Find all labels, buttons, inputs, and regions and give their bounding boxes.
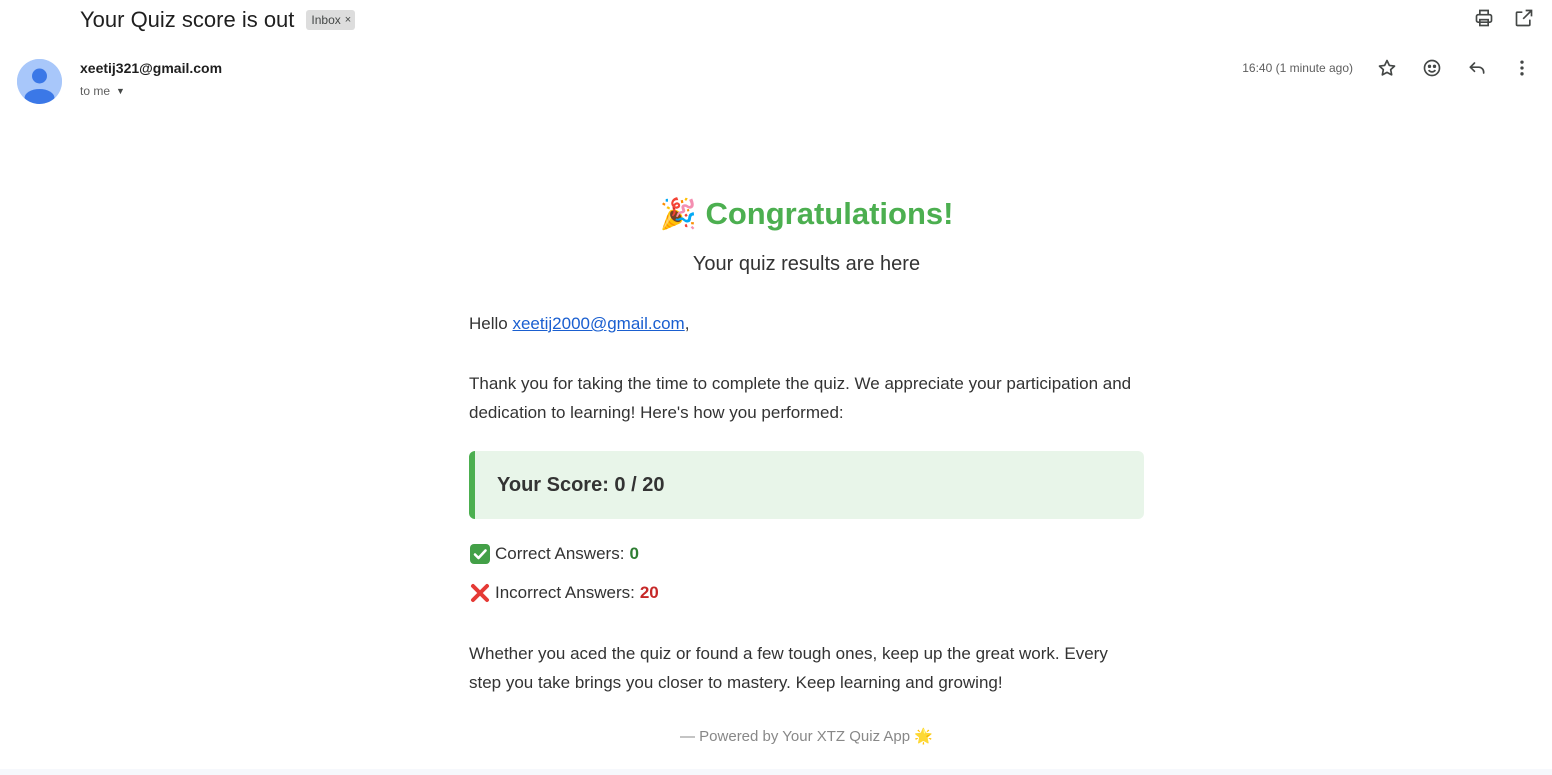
star-emoji-icon: 🌟 (914, 728, 933, 745)
email-subject: Your Quiz score is out (80, 7, 295, 32)
party-popper-icon: 🎉 (659, 198, 697, 231)
sender-avatar[interactable] (17, 59, 62, 104)
incorrect-label: Incorrect Answers: (495, 583, 635, 602)
subject-row: Your Quiz score is out Inbox × (80, 4, 356, 36)
incorrect-value: 20 (639, 583, 659, 602)
more-vertical-icon[interactable] (1512, 58, 1532, 78)
check-mark-icon (469, 543, 491, 565)
avatar-person-icon (17, 59, 62, 104)
correct-answers-row: Correct Answers: 0 (469, 543, 1144, 565)
cross-mark-icon (469, 582, 491, 604)
sender-email[interactable]: xeetij321@gmail.com (80, 60, 222, 76)
message-meta: 16:40 (1 minute ago) (1242, 58, 1532, 78)
intro-paragraph: Thank you for taking the time to complet… (469, 374, 1132, 422)
reply-icon[interactable] (1467, 58, 1487, 78)
correct-value: 0 (629, 544, 639, 563)
print-icon[interactable] (1474, 8, 1494, 28)
footer: — Powered by Your XTZ Quiz App 🌟 (469, 727, 1144, 745)
emoji-reaction-icon[interactable] (1422, 58, 1442, 78)
greeting-suffix: , (684, 314, 690, 333)
recipient-text: to me (80, 84, 111, 98)
subtitle: Your quiz results are here (692, 253, 921, 275)
open-in-new-window-icon[interactable] (1514, 8, 1534, 28)
congrats-heading: 🎉 Congratulations! (469, 190, 1144, 238)
greeting-text: Hello (469, 314, 513, 333)
score-box: Your Score: 0 / 20 (469, 451, 1144, 519)
score-text: Your Score: 0 / 20 (497, 473, 665, 496)
recipient-line[interactable]: to me ▼ (80, 84, 125, 98)
correct-label: Correct Answers: (495, 544, 625, 563)
timestamp: 16:40 (1 minute ago) (1242, 61, 1353, 75)
top-actions (1474, 8, 1534, 28)
greeting: Hello xeetij2000@gmail.com, (469, 314, 1144, 334)
star-icon[interactable] (1377, 58, 1397, 78)
recipient-email-link[interactable]: xeetij2000@gmail.com (512, 314, 684, 333)
incorrect-answers-row: Incorrect Answers: 20 (469, 582, 1144, 604)
email-body: 🎉 Congratulations! Your quiz results are… (469, 190, 1144, 745)
remove-label-icon[interactable]: × (345, 14, 351, 26)
bottom-strip (0, 769, 1552, 775)
footer-text: — Powered by Your XTZ Quiz App (680, 728, 911, 745)
label-text: Inbox (311, 13, 341, 27)
inbox-label-chip[interactable]: Inbox × (306, 10, 356, 30)
chevron-down-icon[interactable]: ▼ (116, 86, 125, 96)
closing-paragraph: Whether you aced the quiz or found a few… (469, 644, 1108, 692)
heading-text: Congratulations! (705, 196, 954, 231)
